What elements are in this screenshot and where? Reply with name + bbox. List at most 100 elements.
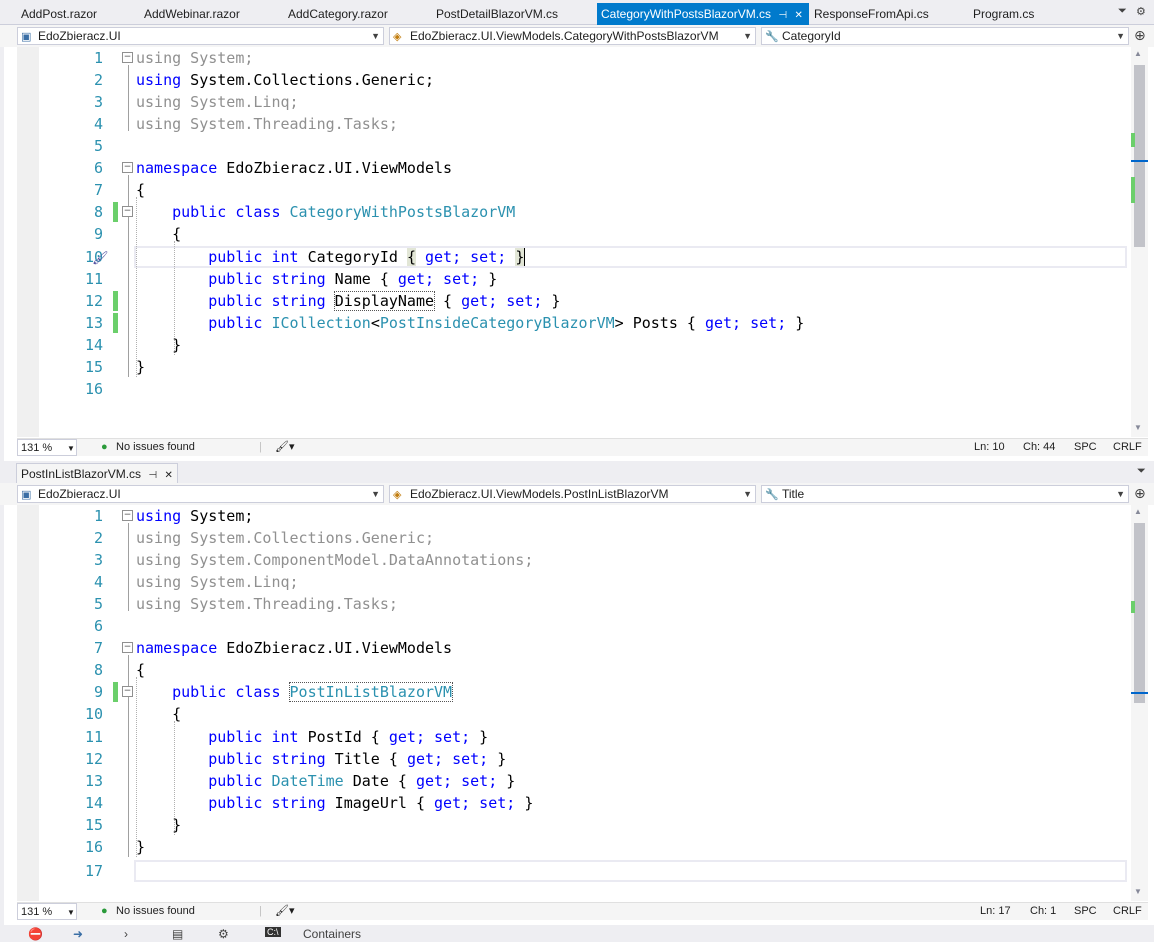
code-line[interactable]: 17 xyxy=(17,860,1131,882)
code-line[interactable]: 8 { xyxy=(17,659,1131,681)
collapse-icon[interactable]: − xyxy=(122,206,133,217)
code-line[interactable]: 11 public int PostId { get; set; } xyxy=(17,726,1131,748)
check-circle-icon: ● xyxy=(101,905,108,917)
code-editor-top[interactable]: 1 − using System; 2 using System.Collect… xyxy=(17,47,1131,437)
code-line[interactable]: 6 − namespace EdoZbieracz.UI.ViewModels xyxy=(17,157,1131,179)
code-line[interactable]: 13 public ICollection<PostInsideCategory… xyxy=(17,312,1131,334)
tab-addpost-razor[interactable]: AddPost.razor xyxy=(21,3,97,25)
scroll-up-icon[interactable]: ▲ xyxy=(1134,507,1142,516)
code-line[interactable]: 7 { xyxy=(17,179,1131,201)
line-ending-indicator[interactable]: CRLF xyxy=(1113,903,1142,920)
terminal-icon[interactable]: › xyxy=(124,927,128,941)
zoom-dropdown[interactable]: 131 % ▼ xyxy=(17,903,77,920)
collapse-icon[interactable]: − xyxy=(122,510,133,521)
line-indicator[interactable]: Ln: 17 xyxy=(980,903,1011,920)
output-icon[interactable]: ➜ xyxy=(73,927,83,941)
member-dropdown[interactable]: 🔧 CategoryId ▼ xyxy=(761,27,1129,45)
close-icon[interactable]: ✕ xyxy=(164,470,172,481)
code-editor-bottom[interactable]: 1 − using System; 2 using System.Collect… xyxy=(17,505,1131,901)
issues-status[interactable]: No issues found xyxy=(116,439,195,456)
line-ending-indicator[interactable]: CRLF xyxy=(1113,439,1142,456)
code-line[interactable]: 9 { xyxy=(17,223,1131,245)
code-line[interactable]: 7 − namespace EdoZbieracz.UI.ViewModels xyxy=(17,637,1131,659)
error-list-icon[interactable]: ⛔ xyxy=(28,927,43,941)
code-line[interactable]: 16 xyxy=(17,378,1131,400)
code-line[interactable]: 8 − public class CategoryWithPostsBlazor… xyxy=(17,201,1131,223)
settings-icon[interactable]: ⚙ xyxy=(1136,5,1146,18)
code-cleanup-dropdown-icon[interactable]: 🖌▾ xyxy=(275,439,295,456)
collapse-icon[interactable]: − xyxy=(122,642,133,653)
code-line[interactable]: 1 − using System; xyxy=(17,47,1131,69)
tab-list-dropdown-icon[interactable]: ⏷ xyxy=(1118,5,1127,18)
tab-postinlistblazorvm-cs[interactable]: PostInListBlazorVM.cs ⊣ ✕ xyxy=(16,463,178,483)
scrollbar-thumb[interactable] xyxy=(1134,523,1145,703)
whitespace-indicator[interactable]: SPC xyxy=(1074,439,1097,456)
column-indicator[interactable]: Ch: 1 xyxy=(1030,903,1056,920)
wrench-icon: 🔧 xyxy=(765,31,779,43)
chevron-down-icon: ▼ xyxy=(371,31,380,41)
code-line[interactable]: 5 xyxy=(17,135,1131,157)
split-editor-icon[interactable]: ⊕ xyxy=(1134,485,1146,502)
scroll-up-icon[interactable]: ▲ xyxy=(1134,49,1142,58)
editor-status-bar-top: 131 % ▼ ● No issues found | 🖌▾ Ln: 10 Ch:… xyxy=(17,438,1148,456)
code-line[interactable]: 5 using System.Threading.Tasks; xyxy=(17,593,1131,615)
tab-postdetailblazorvm-cs[interactable]: PostDetailBlazorVM.cs xyxy=(436,3,558,25)
code-line[interactable]: 2 using System.Collections.Generic; xyxy=(17,527,1131,549)
type-dropdown[interactable]: ◈ EdoZbieracz.UI.ViewModels.CategoryWith… xyxy=(389,27,756,45)
code-line[interactable]: 1 − using System; xyxy=(17,505,1131,527)
vertical-scrollbar-top[interactable]: ▲ ▼ xyxy=(1131,47,1148,437)
pin-icon[interactable]: ⊣ xyxy=(778,5,787,27)
tab-responsefromapi-cs[interactable]: ResponseFromApi.cs xyxy=(814,3,929,25)
code-line[interactable]: 10 🖌 public int CategoryId { get; set; } xyxy=(17,246,1131,268)
tab-addcategory-razor[interactable]: AddCategory.razor xyxy=(288,3,388,25)
code-line[interactable]: 16 } xyxy=(17,836,1131,858)
scroll-down-icon[interactable]: ▼ xyxy=(1134,887,1142,896)
issues-status[interactable]: No issues found xyxy=(116,903,195,920)
split-editor-icon[interactable]: ⊕ xyxy=(1134,27,1146,44)
code-cleanup-brush-icon[interactable]: 🖌 xyxy=(92,248,109,270)
scrollbar-thumb[interactable] xyxy=(1134,65,1145,247)
clipboard-icon[interactable]: ▤ xyxy=(172,927,183,941)
column-indicator[interactable]: Ch: 44 xyxy=(1023,439,1055,456)
tab-categorywithpostsblazorvm-cs[interactable]: CategoryWithPostsBlazorVM.cs ⊣ ✕ xyxy=(597,3,809,25)
code-line[interactable]: 6 xyxy=(17,615,1131,637)
scroll-down-icon[interactable]: ▼ xyxy=(1134,423,1142,432)
code-line[interactable]: 15 } xyxy=(17,356,1131,378)
vertical-scrollbar-bottom[interactable]: ▲ ▼ xyxy=(1131,505,1148,901)
code-line[interactable]: 4 using System.Threading.Tasks; xyxy=(17,113,1131,135)
project-dropdown[interactable]: ▣ EdoZbieracz.UI ▼ xyxy=(17,485,384,503)
command-window-icon[interactable]: C:\ xyxy=(265,927,281,937)
close-icon[interactable]: ✕ xyxy=(794,5,802,27)
code-line[interactable]: 12 public string Title { get; set; } xyxy=(17,748,1131,770)
package-icon[interactable]: ⚙ xyxy=(218,927,229,941)
tab-addwebinar-razor[interactable]: AddWebinar.razor xyxy=(144,3,240,25)
code-line[interactable]: 2 using System.Collections.Generic; xyxy=(17,69,1131,91)
code-line[interactable]: 9 − public class PostInListBlazorVM xyxy=(17,681,1131,703)
tab-program-cs[interactable]: Program.cs xyxy=(973,3,1034,25)
zoom-dropdown[interactable]: 131 % ▼ xyxy=(17,439,77,456)
code-line[interactable]: 14 public string ImageUrl { get; set; } xyxy=(17,792,1131,814)
member-dropdown[interactable]: 🔧 Title ▼ xyxy=(761,485,1129,503)
code-line[interactable]: 3 using System.Linq; xyxy=(17,91,1131,113)
code-line[interactable]: 11 public string Name { get; set; } xyxy=(17,268,1131,290)
code-line[interactable]: 4 using System.Linq; xyxy=(17,571,1131,593)
containers-tab[interactable]: Containers xyxy=(303,927,361,941)
change-marker xyxy=(113,291,118,311)
code-line[interactable]: 10 { xyxy=(17,703,1131,725)
tab-list-dropdown-icon[interactable]: ⏷ xyxy=(1137,465,1146,478)
code-line[interactable]: 14 } xyxy=(17,334,1131,356)
whitespace-indicator[interactable]: SPC xyxy=(1074,903,1097,920)
code-line[interactable]: 12 public string DisplayName { get; set;… xyxy=(17,290,1131,312)
collapse-icon[interactable]: − xyxy=(122,162,133,173)
code-line[interactable]: 15 } xyxy=(17,814,1131,836)
pin-icon[interactable]: ⊣ xyxy=(148,470,157,481)
code-line[interactable]: 3 using System.ComponentModel.DataAnnota… xyxy=(17,549,1131,571)
chevron-down-icon: ▼ xyxy=(743,31,752,41)
code-cleanup-dropdown-icon[interactable]: 🖌▾ xyxy=(275,903,295,920)
type-dropdown[interactable]: ◈ EdoZbieracz.UI.ViewModels.PostInListBl… xyxy=(389,485,756,503)
collapse-icon[interactable]: − xyxy=(122,686,133,697)
collapse-icon[interactable]: − xyxy=(122,52,133,63)
code-line[interactable]: 13 public DateTime Date { get; set; } xyxy=(17,770,1131,792)
project-dropdown[interactable]: ▣ EdoZbieracz.UI ▼ xyxy=(17,27,384,45)
line-indicator[interactable]: Ln: 10 xyxy=(974,439,1005,456)
